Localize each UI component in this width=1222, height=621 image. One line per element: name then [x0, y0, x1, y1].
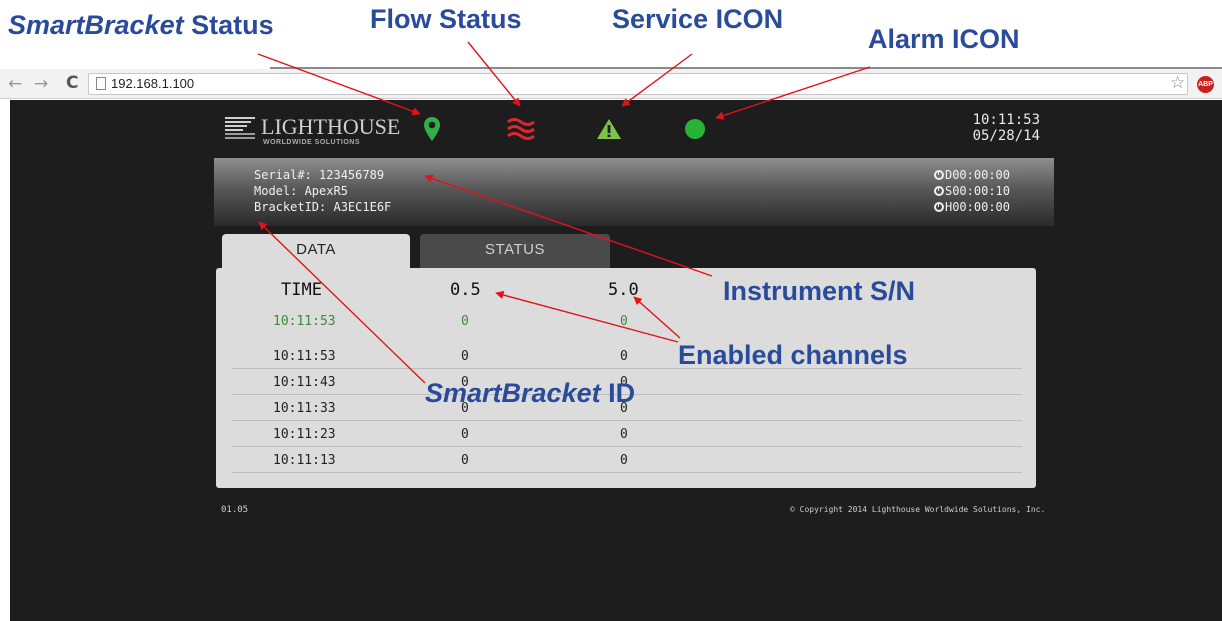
callout-service-icon: Service ICON	[612, 4, 784, 34]
callout-smartbracket-id: SmartBracket ID	[425, 378, 635, 409]
callout-smartbracket-status: SmartBracket Status	[8, 10, 274, 41]
timer-letter: D	[944, 168, 953, 182]
instrument-info-bar: Serial#: 123456789 Model: ApexR5 Bracket…	[214, 158, 1054, 226]
logo-title: LIGHTHOUSE	[261, 114, 401, 139]
app-screen: LIGHTHOUSE WORLDWIDE SOLUTIONS 10:11:53 …	[10, 100, 1222, 621]
callout-smartbracket-id-rest: ID	[600, 378, 636, 408]
timer-clock-icon	[933, 186, 944, 196]
alarm-status-icon[interactable]	[684, 118, 706, 140]
timer-row-h: H 00:00:00	[933, 199, 1010, 215]
logo-subtitle: WORLDWIDE SOLUTIONS	[263, 139, 360, 146]
forward-icon[interactable]: →	[34, 74, 48, 94]
table-row-live: 10:11:53 0 0	[232, 308, 1022, 334]
cell-channel-2: 0	[620, 427, 628, 442]
column-header-channel-1: 0.5	[450, 280, 481, 300]
reload-icon[interactable]: C	[66, 73, 78, 93]
logo-mark-icon	[225, 117, 255, 139]
timer-letter: S	[944, 184, 953, 198]
timer-clock-icon	[933, 202, 944, 212]
column-header-channel-2: 5.0	[608, 280, 639, 300]
bookmark-star-icon[interactable]: ☆	[1170, 73, 1185, 93]
bracket-id: BracketID: A3EC1E6F	[254, 200, 392, 214]
cell-channel-1: 0	[461, 349, 469, 364]
timers: D 00:00:00 S 00:00:10 H 00:00:00	[933, 167, 1010, 215]
timer-letter: H	[944, 200, 953, 214]
cell-channel-1: 0	[461, 314, 469, 329]
model-name: Model: ApexR5	[254, 184, 348, 198]
clock: 10:11:53 05/28/14	[910, 112, 1040, 144]
timer-value: 00:00:00	[952, 200, 1010, 214]
tab-status[interactable]: STATUS	[420, 234, 610, 268]
cell-time: 10:11:53	[273, 349, 336, 364]
cell-channel-1: 0	[461, 453, 469, 468]
warning-icon[interactable]	[596, 118, 622, 140]
timer-clock-icon	[933, 170, 944, 180]
table-row: 10:11:23 0 0	[232, 421, 1022, 447]
lighthouse-logo: LIGHTHOUSE WORLDWIDE SOLUTIONS	[225, 112, 400, 148]
clock-time: 10:11:53	[972, 112, 1040, 128]
cell-time: 10:11:43	[273, 375, 336, 390]
cell-channel-1: 0	[461, 427, 469, 442]
tab-data[interactable]: DATA	[222, 234, 410, 270]
cell-time: 10:11:23	[273, 427, 336, 442]
url-text[interactable]: 192.168.1.100	[111, 76, 194, 91]
copyright-text: © Copyright 2014 Lighthouse Worldwide So…	[790, 505, 1046, 514]
adblock-icon[interactable]: ABP	[1197, 76, 1214, 93]
timer-value: 00:00:10	[952, 184, 1010, 198]
cell-channel-2: 0	[620, 349, 628, 364]
callout-smartbracket-id-italic: SmartBracket	[425, 378, 601, 408]
timer-value: 00:00:00	[952, 168, 1010, 182]
flow-waves-icon[interactable]	[506, 116, 536, 142]
browser-toolbar: ← → C 192.168.1.100 ☆ ABP	[0, 69, 1222, 99]
page-icon	[96, 77, 106, 90]
firmware-version: 01.05	[221, 505, 249, 515]
cell-time: 10:11:13	[273, 453, 336, 468]
callout-smartbracket-status-rest: Status	[183, 10, 274, 40]
table-row: 10:11:13 0 0	[232, 447, 1022, 473]
callout-enabled-channels: Enabled channels	[678, 340, 908, 370]
map-pin-icon[interactable]	[423, 116, 441, 142]
callout-alarm-icon: Alarm ICON	[868, 24, 1020, 54]
cell-channel-2: 0	[620, 314, 628, 329]
clock-date: 05/28/14	[972, 128, 1040, 144]
timer-row-d: D 00:00:00	[933, 167, 1010, 183]
serial-number: Serial#: 123456789	[254, 168, 385, 182]
callout-instrument-sn: Instrument S/N	[723, 276, 916, 306]
callout-flow-status: Flow Status	[370, 4, 522, 34]
timer-row-s: S 00:00:10	[933, 183, 1010, 199]
cell-time: 10:11:53	[273, 314, 336, 329]
cell-time: 10:11:33	[273, 401, 336, 416]
callout-smartbracket-status-italic: SmartBracket	[8, 10, 184, 40]
address-bar[interactable]: 192.168.1.100	[88, 73, 1188, 95]
cell-channel-2: 0	[620, 453, 628, 468]
column-header-time: TIME	[281, 280, 322, 300]
back-icon[interactable]: ←	[8, 74, 22, 94]
